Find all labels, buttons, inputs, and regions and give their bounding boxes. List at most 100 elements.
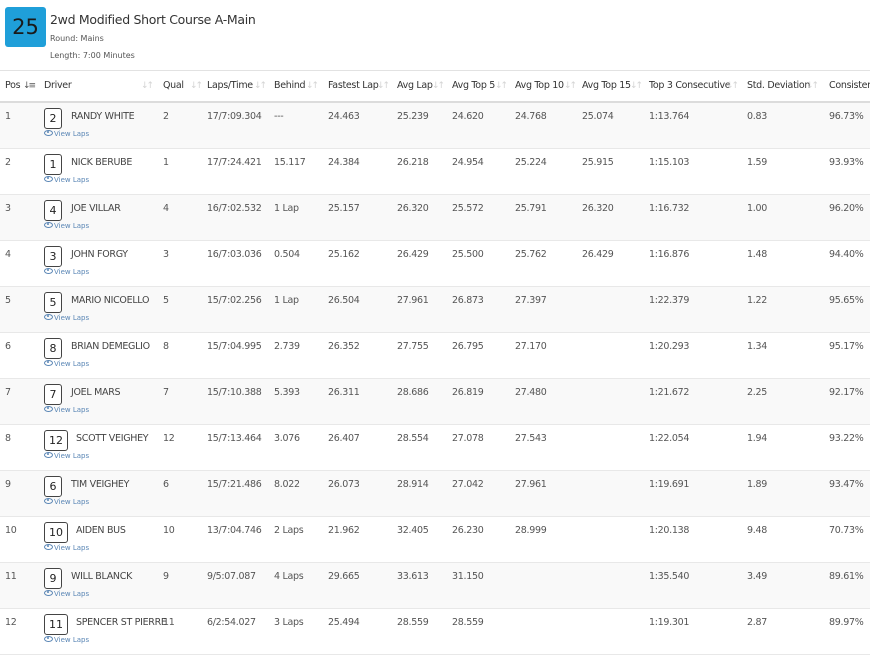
pos-cell: 8 [5,433,11,444]
laps-time-cell: 15/7:13.464 [207,433,262,444]
column-header-avg-lap[interactable]: Avg Lap [397,71,433,101]
sort-icon[interactable]: ↓↑ [141,71,154,101]
std-deviation-cell: 1.00 [747,203,767,214]
fastest-lap-cell: 21.962 [328,525,360,536]
avg-lap-cell: 26.218 [397,157,429,168]
laps-time-cell: 15/7:02.256 [207,295,262,306]
avg-lap-cell: 25.239 [397,111,429,122]
avg-top-5-cell: 25.500 [452,249,484,260]
fastest-lap-cell: 26.311 [328,387,360,398]
car-number-badge: 3 [44,246,62,267]
qual-cell: 4 [163,203,169,214]
behind-cell: 15.117 [274,157,306,168]
view-laps-link[interactable]: View Laps [44,544,89,552]
view-laps-link[interactable]: View Laps [44,452,89,460]
top-3-consecutive-cell: 1:21.672 [649,387,690,398]
view-laps-label: View Laps [54,590,90,598]
pos-cell: 2 [5,157,11,168]
view-laps-link[interactable]: View Laps [44,360,89,368]
sort-icon[interactable]: ↓↑ [254,71,267,101]
top-3-consecutive-cell: 1:16.876 [649,249,690,260]
table-row: 6 8 15/7:04.995 2.739 26.352 27.755 26.795 27.1… [0,333,870,379]
std-deviation-cell: 2.25 [747,387,767,398]
column-header-avg-top-15[interactable]: Avg Top 15 [582,71,631,101]
fastest-lap-cell: 26.407 [328,433,360,444]
table-row: 2 1 17/7:24.421 15.117 24.384 26.218 24.954 25.… [0,149,870,195]
car-number-badge: 9 [44,568,62,589]
column-header-top-3-consecutive[interactable]: Top 3 Consecutive [649,71,731,101]
consistency-cell: 93.22% [829,433,864,444]
qual-cell: 2 [163,111,169,122]
qual-cell: 7 [163,387,169,398]
view-laps-link[interactable]: View Laps [44,130,89,138]
laps-time-cell: 17/7:24.421 [207,157,262,168]
qual-cell: 8 [163,341,169,352]
sort-icon[interactable]: ↓↑ [190,71,203,101]
avg-top-10-cell: 27.397 [515,295,547,306]
std-deviation-cell: 1.59 [747,157,767,168]
sort-asc-icon[interactable]: ↓≡ [23,71,36,101]
behind-cell: 1 Lap [274,295,299,306]
column-header-behind[interactable]: Behind [274,71,306,101]
consistency-cell: 94.40% [829,249,864,260]
sort-icon[interactable]: ↓↑ [726,71,739,101]
std-deviation-cell: 1.89 [747,479,767,490]
race-header: 25 2wd Modified Short Course A-Main Roun… [0,0,870,70]
column-header-avg-top-10[interactable]: Avg Top 10 [515,71,564,101]
sort-icon[interactable]: ↓↑ [432,71,445,101]
pos-cell: 9 [5,479,11,490]
table-row: 5 5 15/7:02.256 1 Lap 26.504 27.961 26.873 27.3… [0,287,870,333]
table-row: 7 7 15/7:10.388 5.393 26.311 28.686 26.819 27.4… [0,379,870,425]
car-number-badge: 6 [44,476,62,497]
top-3-consecutive-cell: 1:16.732 [649,203,690,214]
avg-top-10-cell: 28.999 [515,525,547,536]
avg-lap-cell: 28.914 [397,479,429,490]
avg-lap-cell: 27.755 [397,341,429,352]
column-header-consistency[interactable]: Consistency [829,71,870,101]
sort-icon[interactable]: ↓↑ [377,71,390,101]
view-laps-link[interactable]: View Laps [44,176,89,184]
view-laps-link[interactable]: View Laps [44,406,89,414]
sort-icon[interactable]: ↓↑ [806,71,819,101]
view-laps-link[interactable]: View Laps [44,498,89,506]
table-row: 3 4 16/7:02.532 1 Lap 25.157 26.320 25.572 25.7… [0,195,870,241]
sort-icon[interactable]: ↓↑ [630,71,643,101]
consistency-cell: 96.20% [829,203,864,214]
avg-top-15-cell: 25.074 [582,111,614,122]
eye-icon [44,314,53,320]
avg-top-5-cell: 26.873 [452,295,484,306]
view-laps-label: View Laps [54,452,90,460]
std-deviation-cell: 1.22 [747,295,767,306]
sort-icon[interactable]: ↓↑ [564,71,577,101]
driver-name: TIM VEIGHEY [71,479,130,490]
avg-top-5-cell: 26.230 [452,525,484,536]
column-header-qual[interactable]: Qual [163,71,184,101]
consistency-cell: 95.65% [829,295,864,306]
results-table: Pos ↓≡ Driver ↓↑ Qual ↓↑ Laps/Time ↓↑ Be… [0,70,870,655]
avg-lap-cell: 26.320 [397,203,429,214]
column-header-std-deviation[interactable]: Std. Deviation [747,71,810,101]
view-laps-link[interactable]: View Laps [44,268,89,276]
column-header-fastest-lap[interactable]: Fastest Lap [328,71,379,101]
qual-cell: 6 [163,479,169,490]
laps-time-cell: 16/7:02.532 [207,203,262,214]
fastest-lap-cell: 25.162 [328,249,360,260]
consistency-cell: 89.61% [829,571,864,582]
view-laps-link[interactable]: View Laps [44,590,89,598]
column-header-avg-top-5[interactable]: Avg Top 5 [452,71,495,101]
view-laps-link[interactable]: View Laps [44,222,89,230]
std-deviation-cell: 0.83 [747,111,767,122]
qual-cell: 9 [163,571,169,582]
avg-top-5-cell: 31.150 [452,571,484,582]
column-header-laps-time[interactable]: Laps/Time [207,71,253,101]
view-laps-link[interactable]: View Laps [44,636,89,644]
column-header-driver[interactable]: Driver [44,71,72,101]
sort-icon[interactable]: ↓↑ [306,71,319,101]
sort-icon[interactable]: ↓↑ [495,71,508,101]
view-laps-label: View Laps [54,176,90,184]
avg-top-10-cell: 25.224 [515,157,547,168]
view-laps-link[interactable]: View Laps [44,314,89,322]
laps-time-cell: 15/7:10.388 [207,387,262,398]
column-header-pos[interactable]: Pos [5,71,21,101]
driver-name: SCOTT VEIGHEY [76,433,149,444]
